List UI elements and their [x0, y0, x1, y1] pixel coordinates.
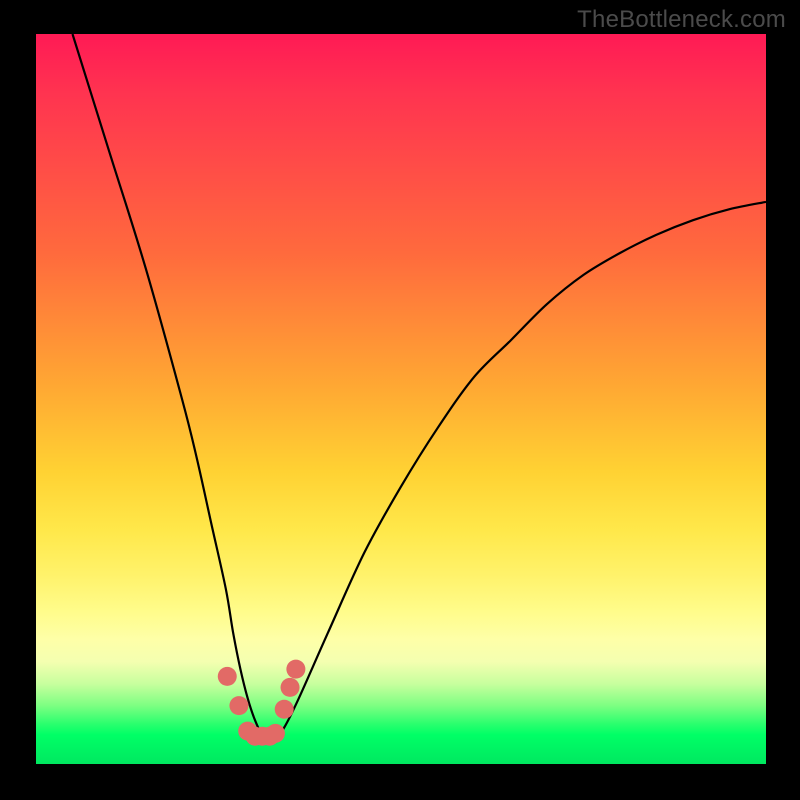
- bottleneck-curve: [73, 34, 767, 736]
- minimum-region-dots: [218, 660, 306, 746]
- marker-dot: [218, 667, 237, 686]
- marker-dot: [281, 678, 300, 697]
- plot-area: [36, 34, 766, 764]
- chart-root: TheBottleneck.com: [0, 0, 800, 800]
- marker-dot: [266, 724, 285, 743]
- marker-dot: [275, 700, 294, 719]
- curve-layer: [36, 34, 766, 764]
- marker-dot: [286, 660, 305, 679]
- marker-dot: [229, 696, 248, 715]
- curve-path: [73, 34, 767, 736]
- watermark-text: TheBottleneck.com: [577, 6, 786, 34]
